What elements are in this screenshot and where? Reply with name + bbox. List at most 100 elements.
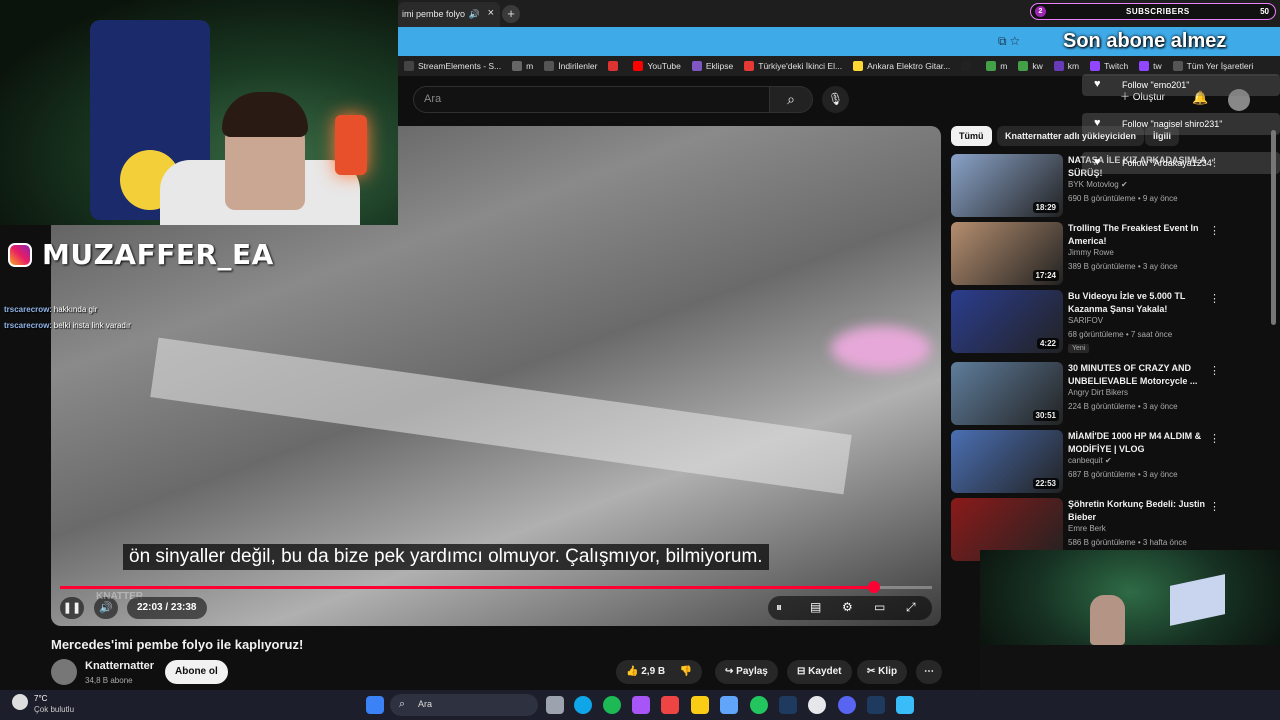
channel-name[interactable]: BYK Motovlog ✔: [1068, 180, 1128, 189]
steam-icon[interactable]: [867, 696, 885, 714]
video-thumbnail[interactable]: 30:51: [951, 362, 1063, 425]
weather-temp: 7°C: [34, 694, 48, 703]
channel-name[interactable]: Angry Dirt Bikers: [1068, 388, 1128, 397]
bookmark-label: StreamElements - S...: [418, 61, 502, 71]
more-options-icon[interactable]: ⋮: [1209, 364, 1220, 377]
verified-icon: ✔: [1104, 456, 1112, 465]
bookmark-item[interactable]: tw: [1139, 61, 1162, 71]
recommended-video[interactable]: 30:51 30 MINUTES OF CRAZY AND UNBELIEVABL…: [951, 362, 1231, 426]
settings-gear-icon[interactable]: ⚙: [842, 600, 853, 614]
share-button[interactable]: ↪ Paylaş: [715, 660, 778, 684]
bookmark-label: tw: [1153, 61, 1162, 71]
app-icon[interactable]: [632, 696, 650, 714]
bookmark-item[interactable]: İndirilenler: [544, 61, 597, 71]
speaker-icon[interactable]: 🔊: [469, 9, 480, 20]
bookmark-item[interactable]: [961, 61, 975, 71]
more-actions-button[interactable]: ⋯: [916, 660, 942, 684]
channel-name[interactable]: Jimmy Rowe: [1068, 248, 1114, 257]
channel-name[interactable]: Knatternatter: [85, 660, 154, 672]
search-button[interactable]: ⌕: [769, 86, 813, 113]
edge-icon[interactable]: [574, 696, 592, 714]
bookmark-item[interactable]: m: [986, 61, 1007, 71]
voice-search-button[interactable]: 🎙: [822, 86, 849, 113]
bookmark-item[interactable]: Tüm Yer İşaretleri: [1172, 61, 1253, 71]
bookmark-item[interactable]: km: [1053, 61, 1079, 71]
recommended-video[interactable]: 4:22 Bu Videoyu İzle ve 5.000 TL Kazanma …: [951, 290, 1231, 354]
video-title[interactable]: Şöhretin Korkunç Bedeli: Justin Bieber: [1068, 498, 1208, 524]
bookmark-item[interactable]: Twitch: [1090, 61, 1128, 71]
app-icon[interactable]: [661, 696, 679, 714]
channel-label: Jimmy Rowe: [1068, 248, 1114, 257]
bookmark-star-icon[interactable]: ⧉ ☆: [998, 34, 1020, 49]
theater-mode-icon[interactable]: ▭: [874, 600, 885, 614]
video-title[interactable]: 30 MINUTES OF CRAZY AND UNBELIEVABLE Mot…: [1068, 362, 1208, 388]
browser-tab[interactable]: imi pembe folyo 🔊 ×: [398, 2, 500, 27]
scissors-icon: ✂: [867, 666, 876, 677]
chat-message: trscarecrow: belki insta link varadır: [4, 321, 131, 330]
follow-text: Follow "Ardakaya1234": [1122, 158, 1215, 168]
clip-button[interactable]: ✂ Klip: [857, 660, 908, 684]
discord-icon[interactable]: [838, 696, 856, 714]
fullscreen-icon[interactable]: ⤢: [906, 600, 916, 615]
bookmark-item[interactable]: kw: [1018, 61, 1043, 71]
video-thumbnail[interactable]: 18:29: [951, 154, 1063, 217]
start-icon[interactable]: [366, 696, 384, 714]
bookmark-label: Ankara Elektro Gitar...: [867, 61, 951, 71]
pause-button[interactable]: ❚❚: [60, 597, 84, 619]
channel-name[interactable]: SARIFOV: [1068, 316, 1103, 325]
video-thumbnail[interactable]: 22:53: [951, 430, 1063, 493]
chip-all[interactable]: Tümü: [951, 126, 992, 146]
follow-text: Follow "emo201": [1122, 80, 1190, 90]
more-options-icon[interactable]: ⋮: [1209, 432, 1220, 445]
close-tab-icon[interactable]: ×: [488, 7, 494, 19]
clip-label: Klip: [878, 666, 898, 677]
bookmark-label: Eklipse: [705, 61, 734, 71]
bookmark-item[interactable]: Eklipse: [691, 61, 734, 71]
bookmark-item[interactable]: Türkiye'deki İkinci El...: [744, 61, 842, 71]
recommended-video[interactable]: 22:53 MİAMİ'DE 1000 HP M4 ALDIM & MODİFİY…: [951, 430, 1231, 494]
video-duration: 17:24: [1032, 270, 1059, 281]
video-title[interactable]: Bu Videoyu İzle ve 5.000 TL Kazanma Şans…: [1068, 290, 1208, 316]
search-input[interactable]: Ara: [413, 86, 770, 113]
channel-name[interactable]: canbequit ✔: [1068, 456, 1112, 465]
weather-icon[interactable]: [12, 694, 28, 710]
bookmark-item[interactable]: m: [512, 61, 533, 71]
channel-name[interactable]: Emre Berk: [1068, 524, 1106, 533]
video-title[interactable]: MİAMİ'DE 1000 HP M4 ALDIM & MODİFİYE | V…: [1068, 430, 1208, 456]
file-explorer-icon[interactable]: [691, 696, 709, 714]
subscribe-button[interactable]: Abone ol: [165, 660, 228, 684]
heart-icon: ♥: [1094, 117, 1101, 129]
taskbar-search-label: Ara: [418, 699, 433, 709]
taskbar-search[interactable]: ⌕ Ara: [390, 694, 538, 716]
subtitles-icon[interactable]: ▤: [810, 600, 821, 614]
video-thumbnail[interactable]: 4:22: [951, 290, 1063, 353]
dislike-button[interactable]: 👎: [680, 666, 692, 677]
like-button[interactable]: 👍 2,9 B: [626, 666, 665, 677]
bookmark-item[interactable]: StreamElements - S...: [404, 61, 501, 71]
autoplay-toggle-icon[interactable]: ⏸: [776, 600, 782, 615]
video-frame-highlight: [150, 337, 852, 495]
bookmark-item[interactable]: [608, 61, 622, 71]
steam-icon[interactable]: [779, 696, 797, 714]
new-tab-button[interactable]: +: [502, 5, 520, 23]
more-options-icon[interactable]: ⋮: [1209, 224, 1220, 237]
channel-avatar[interactable]: [51, 659, 77, 685]
save-button[interactable]: ⊟ Kaydet: [787, 660, 852, 684]
scrubber-handle[interactable]: [867, 581, 880, 593]
progress-bar[interactable]: [60, 581, 932, 593]
spotify-icon[interactable]: [603, 696, 621, 714]
chrome-icon[interactable]: [750, 696, 768, 714]
bookmark-icon: [1090, 61, 1101, 71]
video-frame-pink: [831, 326, 931, 371]
more-options-icon[interactable]: ⋮: [1209, 292, 1220, 305]
bookmark-item[interactable]: Ankara Elektro Gitar...: [853, 61, 950, 71]
recommended-video[interactable]: 17:24 Trolling The Freakiest Event In Ame…: [951, 222, 1231, 286]
store-icon[interactable]: [720, 696, 738, 714]
video-title[interactable]: Trolling The Freakiest Event In America!: [1068, 222, 1208, 248]
video-thumbnail[interactable]: 17:24: [951, 222, 1063, 285]
app-icon[interactable]: [808, 696, 826, 714]
task-view-icon[interactable]: [546, 696, 564, 714]
app-icon[interactable]: [896, 696, 914, 714]
more-options-icon[interactable]: ⋮: [1209, 500, 1220, 513]
bookmark-item[interactable]: YouTube: [633, 61, 681, 71]
